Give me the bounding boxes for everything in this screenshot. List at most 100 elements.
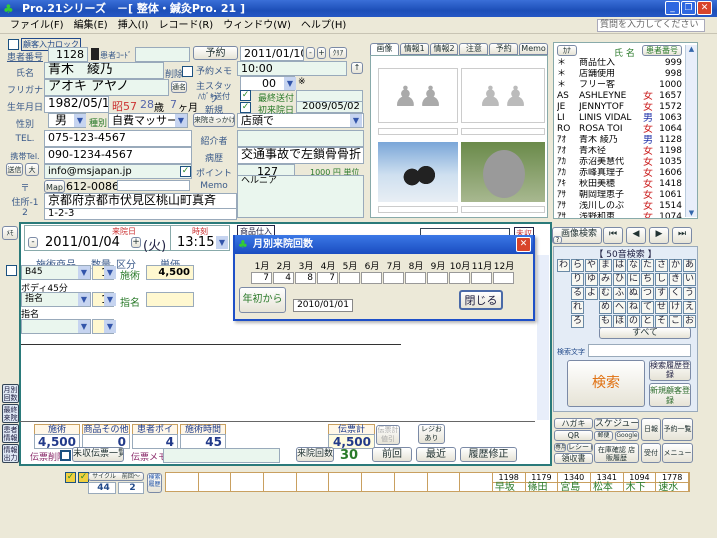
prev-record-button[interactable]: ◀ [626,227,646,244]
chevron-down-icon[interactable]: ▼ [284,77,296,90]
search-text-input[interactable] [588,344,691,357]
kana-button[interactable]: は [613,259,626,272]
kana-button[interactable]: ま [599,259,612,272]
tab-5[interactable]: Memo [519,43,548,55]
postcard-checkbox[interactable]: ✓ [240,90,251,101]
receipt-button[interactable]: レシート [567,443,593,452]
tab-4[interactable]: 予約 [489,43,519,55]
chevron-down-icon[interactable]: ▼ [78,320,90,333]
recent-patient-cell[interactable]: 1778 速水 [656,473,689,493]
patient-row[interactable]: ｱｵ 青木 綾乃 男 1128 [557,135,684,146]
kana-button[interactable]: あ [683,259,696,272]
chevron-down-icon[interactable]: ▼ [104,320,116,333]
menu-insert[interactable]: 挿入(I) [118,20,149,31]
history-edit-button[interactable]: 履歴修正 [460,447,517,462]
kana-button[interactable]: さ [655,259,668,272]
memo-field[interactable]: ヘルニア [237,175,364,218]
history-search-button[interactable]: 検索履歴 [147,473,162,493]
birth-field[interactable]: 1982/05/15 [44,96,109,113]
kana-button[interactable]: る [571,287,584,300]
kana-button[interactable]: れ [571,301,584,314]
kana-button[interactable]: け [669,301,682,314]
menu-help[interactable]: ヘルプ(H) [301,20,346,31]
minimize-button[interactable]: _ [665,1,680,15]
send-email-button[interactable]: 送信 [6,163,23,176]
visit-date-field[interactable]: 2011/01/04 [45,235,120,250]
visit-time-select[interactable]: 13:15 [177,235,214,250]
previous-button[interactable]: 前回 [372,447,412,462]
slip-delete-checkbox[interactable] [60,450,71,461]
sort-kana-button[interactable]: ｶﾅ [557,45,577,56]
patient-row[interactable]: AS ASHLEYNE 女 1657 [557,91,684,102]
zip-field[interactable]: 612-0086 [66,180,119,193]
reserve-plus-button[interactable]: + [317,47,326,59]
chevron-down-icon[interactable]: ▼ [104,266,116,279]
recent-patient-cell[interactable]: 1198 早坂 [492,473,526,493]
register-button[interactable]: レジおあり [418,424,445,444]
kana-button[interactable]: き [669,273,682,286]
body-chart-back[interactable]: ♟♟ [461,68,545,123]
kana-button[interactable]: や [585,259,598,272]
tel-field[interactable]: 075-123-4567 [44,130,192,147]
date-plus-button[interactable]: + [131,237,141,248]
items-scrollbar[interactable] [537,255,549,420]
alias-button[interactable]: 通名 [171,81,187,93]
recent-patient-cell[interactable]: 1179 篠田 [525,473,559,493]
memo-button[interactable]: ﾒﾓ [2,226,18,240]
patient-row[interactable]: ＊ 店舗使用 998 [557,69,684,80]
first-record-button[interactable]: ⏮ [603,227,623,244]
reception-button[interactable]: 受付 [641,443,661,463]
info-output-button[interactable]: 情報出力 [2,444,19,463]
reserve-clear-button[interactable]: ｸﾘｱ [329,47,347,59]
patient-row[interactable]: ｱｵ 青木径 女 1198 [557,146,684,157]
first-visit-field[interactable]: 2009/05/02 [296,101,363,113]
reserve-date-field[interactable]: 2011/01/10 [240,46,304,61]
tab-1[interactable]: 情報1 [399,43,429,55]
dialog-close-icon[interactable]: ✕ [516,237,531,252]
all-button[interactable]: すべて [599,327,691,339]
reserve-list-button[interactable]: 予約一覧 [662,418,693,441]
new-customer-button[interactable]: 新規顧客登録 [649,383,691,407]
kana-button[interactable]: む [599,287,612,300]
address1-field[interactable]: 京都府京都市伏見区桃山町真斉 [44,193,237,209]
chevron-down-icon[interactable]: ▼ [78,266,90,279]
postal-button[interactable]: 郵便 [594,431,613,441]
last-record-button[interactable]: ⏭ [672,227,692,244]
patient-row[interactable]: ＊ フリー客 1000 [557,80,684,91]
help-button[interactable]: ? [553,236,562,244]
kana-button[interactable]: く [669,287,682,300]
recent-patient-cell[interactable]: 1341 松本 [590,473,624,493]
menu-button[interactable]: メニュー [662,443,693,463]
koala-photo[interactable] [461,142,545,202]
email-checkbox[interactable]: ✓ [180,166,191,177]
kana-button[interactable]: へ [613,301,626,314]
search-button[interactable]: 検索 [567,360,645,407]
patient-row[interactable]: ＊ 商品仕入 999 [557,58,684,69]
arrow-up-icon[interactable]: ↑ [351,62,363,74]
kana-button[interactable]: ひ [613,273,626,286]
history-field[interactable]: 交通事故で左鎖骨骨折 [237,147,364,164]
kana-button[interactable]: か [669,259,682,272]
kana-button[interactable]: ろ [571,315,584,328]
recent-patient-cell[interactable]: 1094 木下 [623,473,657,493]
qr-button[interactable]: QR [554,430,593,441]
reserve-minus-button[interactable]: - [306,47,315,59]
patient-row[interactable]: ｱｻ 浅川しのぶ 女 1514 [557,201,684,212]
daily-report-button[interactable]: 日報 [641,418,661,441]
chevron-down-icon[interactable]: ▼ [78,293,90,306]
next-record-button[interactable]: ▶ [649,227,669,244]
kana-button[interactable]: め [599,301,612,314]
chevron-down-icon[interactable]: ▼ [175,114,187,127]
schedule-button[interactable]: スケジュール [594,418,639,430]
kana-button[interactable]: ふ [613,287,626,300]
item-price-field[interactable] [146,292,194,307]
patient-row[interactable]: ｱｻ 浅野和恵 女 1074 [557,212,684,218]
patient-row[interactable]: ｱｻ 朝岡理恵子 女 1061 [557,190,684,201]
kana-button[interactable]: よ [585,287,598,300]
slip-memo-field[interactable] [163,448,280,463]
kana-button[interactable]: み [599,273,612,286]
kana-button[interactable]: ち [641,273,654,286]
kana-button[interactable]: ら [571,259,584,272]
kana-button[interactable]: つ [641,287,654,300]
kana-button[interactable]: う [683,287,696,300]
